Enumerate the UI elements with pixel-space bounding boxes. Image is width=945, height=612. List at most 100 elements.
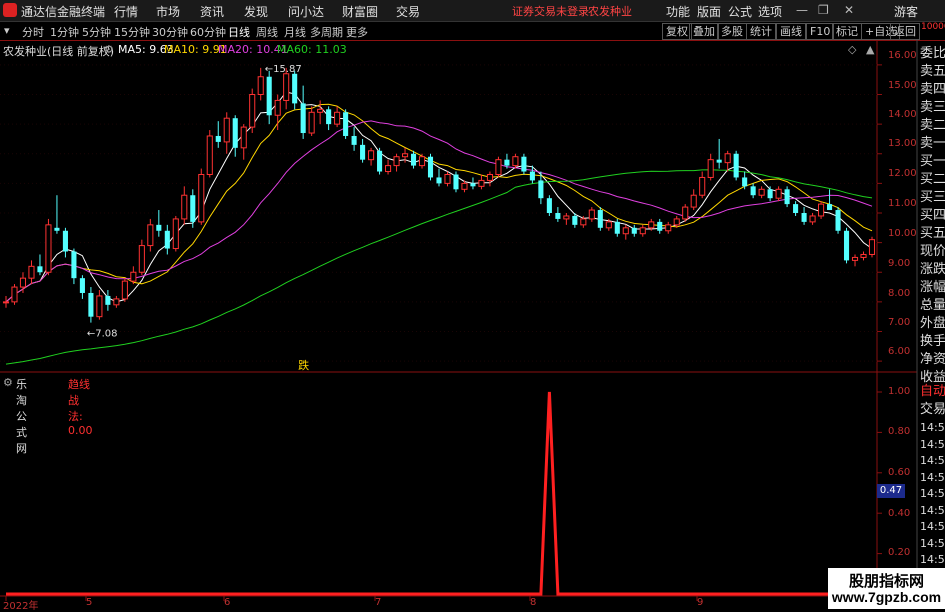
candle-body-100 <box>851 256 859 261</box>
trade-time-8: 14:56 <box>920 553 945 566</box>
candle-body-88 <box>750 186 756 196</box>
sub-current-value: 0.47 <box>877 484 905 498</box>
candle-body-84 <box>716 159 722 163</box>
candle-body-10 <box>88 292 94 317</box>
y-tick-9: 7.00 <box>888 317 911 328</box>
trade-time-4: 14:56 <box>920 487 945 500</box>
candle-body-27 <box>232 118 238 148</box>
watermark: 股朋指标网 www.7gpzb.com <box>828 568 945 609</box>
ma-lines <box>5 91 873 365</box>
candle-body-94 <box>801 213 807 222</box>
candle-body-79 <box>673 218 680 226</box>
trade-time-1: 14:56 <box>920 437 945 451</box>
candle-body-1 <box>11 286 18 303</box>
quote-label-10: 买五 <box>920 226 945 241</box>
candle-body-36 <box>308 111 315 134</box>
y-tick-10: 6.00 <box>888 346 911 357</box>
candle-body-91 <box>775 188 782 199</box>
trade-time-6: 14:56 <box>920 520 945 533</box>
quote-label-2: 卖四 <box>920 82 945 97</box>
candle-body-65 <box>555 213 561 219</box>
candle-body-83 <box>707 159 714 178</box>
candle-body-7 <box>62 230 68 252</box>
candle-body-62 <box>529 171 535 181</box>
candle-body-53 <box>453 174 459 190</box>
candle-body-24 <box>206 135 213 175</box>
quote-label-5: 卖一 <box>920 136 945 151</box>
candle-body-66 <box>563 215 570 220</box>
candle-body-82 <box>699 176 706 196</box>
y-tick-0: 16.00 <box>888 50 917 61</box>
y-tick-4: 12.00 <box>888 168 917 179</box>
candle-body-102 <box>868 239 876 255</box>
candle-body-44 <box>377 150 383 172</box>
y-tick-8: 8.00 <box>888 288 911 299</box>
price-chart[interactable]: ←15.87 ←7.08 跌 <box>0 0 945 609</box>
candle-body-68 <box>580 218 587 226</box>
panel-tab-0[interactable]: 自动 <box>920 383 945 401</box>
candle-body-77 <box>657 221 663 231</box>
candle-body-3 <box>28 265 35 279</box>
candle-body-15 <box>130 271 137 282</box>
sub-plot <box>5 391 882 601</box>
sub-y-tick-2: 0.60 <box>888 467 911 478</box>
candle-body-35 <box>300 103 306 134</box>
quote-label-6: 买一 <box>920 154 945 169</box>
candle-body-37 <box>317 108 324 113</box>
candle-body-12 <box>105 295 111 305</box>
candle-body-17 <box>147 224 154 247</box>
sub-y-tick-4: 0.20 <box>888 547 911 558</box>
quote-label-17: 净资 <box>920 352 945 367</box>
panel-tab-1[interactable]: 交易 <box>920 401 945 419</box>
candle-body-92 <box>784 189 790 205</box>
high-price-label: ←15.87 <box>265 64 302 75</box>
quote-label-11: 现价 <box>920 244 945 259</box>
sub-y-tick-1: 0.80 <box>888 426 911 437</box>
candle-body-6 <box>54 227 60 231</box>
candle-body-23 <box>198 173 205 223</box>
candle-body-67 <box>572 215 578 225</box>
trade-time-7: 14:56 <box>920 536 945 550</box>
trade-time-0: 14:56 <box>920 421 945 434</box>
y-tick-5: 11.00 <box>888 198 917 209</box>
sub-y-tick-3: 0.40 <box>888 508 911 519</box>
trade-time-2: 14:56 <box>920 454 945 467</box>
x-label-sep: 9 <box>697 597 704 608</box>
quote-label-0: 委比 <box>920 46 945 61</box>
candle-body-80 <box>682 206 689 220</box>
x-label-may: 5 <box>86 597 93 608</box>
candle-body-63 <box>538 180 544 199</box>
candle-body-75 <box>639 227 646 235</box>
candle-body-56 <box>478 179 485 187</box>
candle-body-9 <box>79 278 85 293</box>
candle-body-55 <box>470 183 476 187</box>
candle-body-60 <box>512 156 519 167</box>
candle-body-32 <box>274 99 281 116</box>
candle-body-50 <box>427 156 434 178</box>
candle-body-98 <box>835 210 841 231</box>
candle-body-13 <box>113 298 120 306</box>
candle-body-71 <box>605 221 612 229</box>
candle-body-49 <box>418 156 426 167</box>
candle-body-90 <box>767 189 773 199</box>
candle-body-40 <box>343 112 349 136</box>
y-tick-6: 10.00 <box>888 228 917 239</box>
candle-body-22 <box>190 195 196 222</box>
watermark-line2: www.7gpzb.com <box>831 589 942 605</box>
candle-body-4 <box>37 266 43 273</box>
candle-body-78 <box>665 224 672 232</box>
watermark-line1: 股朋指标网 <box>848 572 924 590</box>
candle-body-69 <box>588 209 595 220</box>
x-label-aug: 8 <box>530 597 537 608</box>
trade-time-5: 14:56 <box>920 503 945 517</box>
candle-body-19 <box>164 230 170 249</box>
candle-body-58 <box>495 159 502 175</box>
quote-label-16: 换手 <box>920 334 945 349</box>
quote-label-4: 卖二 <box>920 118 945 133</box>
candle-body-59 <box>504 159 510 166</box>
y-tick-1: 15.00 <box>888 80 917 91</box>
ma60-line <box>5 169 873 365</box>
quote-label-1: 卖五 <box>920 64 945 79</box>
candle-body-86 <box>733 153 739 178</box>
candle-body-97 <box>827 204 833 211</box>
